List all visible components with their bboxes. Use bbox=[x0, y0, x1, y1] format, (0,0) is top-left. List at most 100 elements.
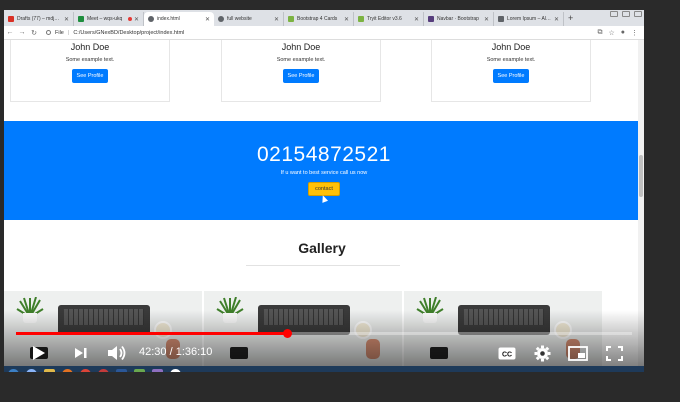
miniplayer-icon bbox=[568, 345, 588, 361]
tab-label: Lorem Ipsum – All th bbox=[507, 16, 552, 22]
lorem-icon bbox=[498, 16, 504, 22]
video-time: 42:30 / 1:36:10 bbox=[139, 346, 213, 358]
close-icon[interactable]: ✕ bbox=[554, 16, 559, 23]
close-icon[interactable]: ✕ bbox=[344, 16, 349, 23]
tab-label: Navbar · Bootstrap bbox=[437, 16, 479, 22]
see-profile-button[interactable]: See Profile bbox=[282, 69, 320, 83]
back-icon[interactable]: ← bbox=[4, 29, 16, 36]
close-icon[interactable]: ✕ bbox=[64, 16, 69, 23]
video-frame: Drafts (77) – mdjay@... ✕ Meet – wqs-ukq… bbox=[4, 10, 644, 372]
tab-full-website[interactable]: full website ✕ bbox=[214, 12, 284, 26]
tab-label: Bootstrap 4 Cards bbox=[297, 16, 338, 22]
ie-icon[interactable] bbox=[26, 368, 37, 372]
profile-card: John Doe Some example text. See Profile bbox=[10, 40, 170, 102]
tab-tryit-editor[interactable]: Tryit Editor v3.6 ✕ bbox=[354, 12, 424, 26]
toolbar-right: ⧉ ☆ ● ⋮ bbox=[597, 29, 644, 37]
os-taskbar bbox=[4, 366, 644, 372]
banner-tagline: If u want to best service call us now bbox=[280, 170, 368, 176]
volume-icon bbox=[108, 345, 126, 361]
tab-label: index.html bbox=[157, 16, 180, 22]
svg-text:CC: CC bbox=[502, 351, 512, 358]
profile-card: John Doe Some example text. See Profile bbox=[431, 40, 591, 102]
minimize-icon[interactable] bbox=[610, 11, 618, 17]
player-controls: CC bbox=[4, 340, 644, 366]
reload-icon[interactable]: ↻ bbox=[28, 29, 40, 37]
address-bar: ← → ↻ File | C:/Users/GNexBD/Desktop/pro… bbox=[4, 26, 644, 40]
recorder-icon[interactable] bbox=[98, 368, 109, 372]
globe-icon bbox=[218, 16, 224, 22]
maximize-icon[interactable] bbox=[622, 11, 630, 17]
w3schools-icon bbox=[358, 16, 364, 22]
gallery-title: Gallery bbox=[298, 240, 346, 256]
divider bbox=[246, 265, 400, 266]
app-icon[interactable] bbox=[134, 368, 145, 372]
github-icon[interactable] bbox=[170, 368, 181, 372]
close-icon[interactable]: ✕ bbox=[274, 16, 279, 23]
chrome-icon[interactable] bbox=[80, 368, 91, 372]
w3schools-icon bbox=[288, 16, 294, 22]
fullscreen-button[interactable] bbox=[603, 340, 625, 366]
next-icon bbox=[75, 348, 87, 358]
tab-bootstrap-cards[interactable]: Bootstrap 4 Cards ✕ bbox=[284, 12, 354, 26]
close-icon[interactable]: ✕ bbox=[484, 16, 489, 23]
tab-label: Drafts (77) – mdjay@... bbox=[17, 16, 62, 22]
meet-icon bbox=[78, 16, 84, 22]
card-name: John Doe bbox=[70, 42, 110, 52]
info-icon[interactable] bbox=[46, 30, 51, 35]
tab-label: Meet – wqs-ukq bbox=[87, 16, 123, 22]
start-icon[interactable] bbox=[8, 368, 19, 372]
menu-icon[interactable]: ⋮ bbox=[631, 29, 638, 37]
tab-label: Tryit Editor v3.6 bbox=[367, 16, 402, 22]
browser-tab-bar: Drafts (77) – mdjay@... ✕ Meet – wqs-ukq… bbox=[4, 10, 644, 26]
volume-button[interactable] bbox=[104, 340, 130, 366]
media-icon[interactable] bbox=[62, 368, 73, 372]
profile-icon[interactable]: ● bbox=[621, 29, 625, 37]
next-button[interactable] bbox=[70, 340, 92, 366]
video-progress-bar[interactable] bbox=[16, 329, 632, 338]
profile-card: John Doe Some example text. See Profile bbox=[221, 40, 381, 102]
phone-number: 02154872521 bbox=[257, 143, 391, 166]
new-tab-button[interactable]: + bbox=[564, 12, 577, 26]
play-button[interactable] bbox=[28, 340, 50, 366]
see-profile-button[interactable]: See Profile bbox=[492, 69, 530, 83]
close-icon[interactable]: ✕ bbox=[205, 16, 210, 23]
captions-icon: CC bbox=[498, 347, 516, 359]
captions-button[interactable]: CC bbox=[496, 340, 518, 366]
editor-icon[interactable] bbox=[152, 368, 163, 372]
card-name: John Doe bbox=[491, 42, 531, 52]
globe-icon bbox=[148, 16, 154, 22]
tab-navbar-bootstrap[interactable]: Navbar · Bootstrap ✕ bbox=[424, 12, 494, 26]
tab-index-html[interactable]: index.html ✕ bbox=[144, 12, 214, 26]
see-profile-button[interactable]: See Profile bbox=[71, 69, 109, 83]
miniplayer-button[interactable] bbox=[566, 340, 590, 366]
tab-label: full website bbox=[227, 16, 252, 22]
url-separator: | bbox=[67, 29, 70, 36]
card-name: John Doe bbox=[281, 42, 321, 52]
tab-lorem-ipsum[interactable]: Lorem Ipsum – All th ✕ bbox=[494, 12, 564, 26]
card-text: Some example text. bbox=[486, 57, 536, 63]
close-window-icon[interactable] bbox=[634, 11, 642, 17]
close-icon[interactable]: ✕ bbox=[134, 16, 139, 23]
card-text: Some example text. bbox=[65, 57, 115, 63]
scrollbar-thumb[interactable] bbox=[639, 155, 643, 197]
star-icon[interactable]: ☆ bbox=[608, 29, 614, 37]
contact-banner: 02154872521 If u want to best service ca… bbox=[4, 121, 644, 220]
gmail-icon bbox=[8, 16, 14, 22]
tab-meet[interactable]: Meet – wqs-ukq ✕ bbox=[74, 12, 144, 26]
close-icon[interactable]: ✕ bbox=[414, 16, 419, 23]
forward-icon[interactable]: → bbox=[16, 29, 28, 36]
word-icon[interactable] bbox=[116, 368, 127, 372]
settings-icon bbox=[534, 345, 550, 361]
folder-icon[interactable] bbox=[44, 368, 55, 372]
tab-drafts[interactable]: Drafts (77) – mdjay@... ✕ bbox=[4, 12, 74, 26]
url-path: C:/Users/GNexBD/Desktop/project/index.ht… bbox=[73, 29, 185, 36]
translate-icon[interactable]: ⧉ bbox=[597, 29, 602, 37]
settings-button[interactable] bbox=[531, 340, 553, 366]
window-controls bbox=[610, 11, 642, 17]
play-icon bbox=[33, 346, 45, 360]
progress-played bbox=[16, 332, 288, 335]
card-text: Some example text. bbox=[276, 57, 326, 63]
url-field[interactable]: File | C:/Users/GNexBD/Desktop/project/i… bbox=[46, 30, 184, 36]
recording-icon bbox=[127, 17, 132, 21]
bootstrap-icon bbox=[428, 16, 434, 22]
